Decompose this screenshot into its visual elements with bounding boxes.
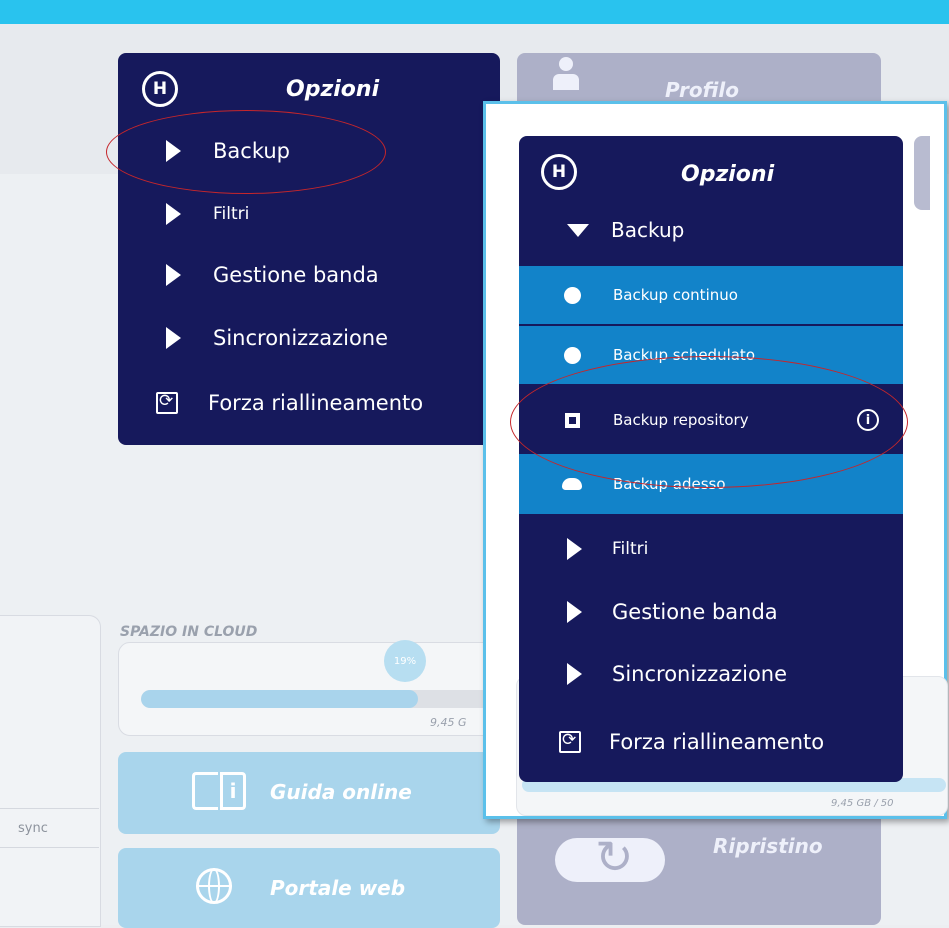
cloud-usage-bar	[141, 690, 491, 708]
globe-icon	[196, 868, 232, 904]
submenu-label: Backup continuo	[613, 286, 738, 304]
options-title: Opzioni	[681, 162, 775, 187]
cloud-space-label: SPAZIO IN CLOUD	[120, 624, 258, 640]
triangle-right-icon	[166, 203, 181, 225]
cloud-usage-percent: 19%	[384, 640, 426, 682]
triangle-right-icon	[567, 601, 582, 623]
triangle-right-icon	[567, 538, 582, 560]
radio-filled-icon	[563, 286, 581, 304]
book-icon	[192, 772, 248, 812]
menu-item-backup-expanded[interactable]: Backup	[567, 218, 684, 242]
portale-web-label: Portale web	[270, 876, 406, 900]
menu-item-label: Filtri	[612, 539, 649, 559]
annotation-ellipse-repository	[510, 356, 908, 488]
menu-item-sincronizzazione[interactable]: Sincronizzazione	[166, 326, 388, 350]
menu-item-forza-riallineamento[interactable]: Forza riallineamento	[156, 391, 423, 415]
profilo-label: Profilo	[665, 78, 739, 102]
hotmirror-logo-icon: H	[142, 71, 178, 107]
cloud-size-text: 9,45 G	[430, 716, 467, 729]
left-card	[0, 615, 101, 927]
submenu-backup-continuo[interactable]: Backup continuo	[519, 266, 903, 326]
menu-item-label: Sincronizzazione	[213, 326, 389, 350]
ripristino-button[interactable]: Ripristino	[517, 816, 881, 925]
menu-item-sincronizzazione[interactable]: Sincronizzazione	[567, 662, 787, 686]
sync-row	[0, 808, 99, 848]
menu-item-label: Forza riallineamento	[208, 391, 424, 415]
menu-item-forza-riallineamento[interactable]: Forza riallineamento	[559, 730, 824, 754]
triangle-down-icon	[567, 223, 589, 237]
popup-side-tab	[914, 136, 930, 210]
sync-text: sync	[18, 821, 48, 836]
guida-online-label: Guida online	[270, 780, 412, 804]
sync-icon	[156, 391, 178, 414]
menu-item-gestione-banda[interactable]: Gestione banda	[166, 263, 379, 287]
triangle-right-icon	[567, 663, 582, 685]
sync-icon	[559, 730, 581, 753]
triangle-right-icon	[166, 264, 181, 286]
top-bar	[0, 0, 949, 24]
menu-item-label: Filtri	[213, 204, 250, 224]
menu-item-label: Gestione banda	[612, 600, 778, 624]
radio-filled-icon	[563, 346, 581, 364]
menu-item-filtri[interactable]: Filtri	[567, 538, 648, 560]
cloud-usage-fill	[141, 690, 418, 708]
menu-item-label: Sincronizzazione	[612, 662, 788, 686]
annotation-ellipse-backup	[106, 110, 386, 194]
hotmirror-logo-icon: H	[541, 154, 577, 190]
options-panel: H Opzioni Backup Filtri Gestione banda S…	[118, 53, 500, 445]
cloud-upload-icon	[562, 478, 582, 490]
menu-item-label: Gestione banda	[213, 263, 379, 287]
guida-online-button[interactable]: Guida online	[118, 752, 500, 834]
menu-item-gestione-banda[interactable]: Gestione banda	[567, 600, 778, 624]
triangle-right-icon	[166, 327, 181, 349]
popup-size-text: 9,45 GB / 50	[831, 798, 894, 809]
portale-web-button[interactable]: Portale web	[118, 848, 500, 928]
options-title: Opzioni	[286, 77, 380, 102]
ripristino-label: Ripristino	[713, 834, 823, 858]
menu-item-label: Backup	[611, 218, 685, 242]
menu-item-filtri[interactable]: Filtri	[166, 203, 249, 225]
menu-item-label: Forza riallineamento	[609, 730, 825, 754]
cloud-restore-icon	[555, 824, 675, 884]
person-icon	[553, 57, 579, 93]
